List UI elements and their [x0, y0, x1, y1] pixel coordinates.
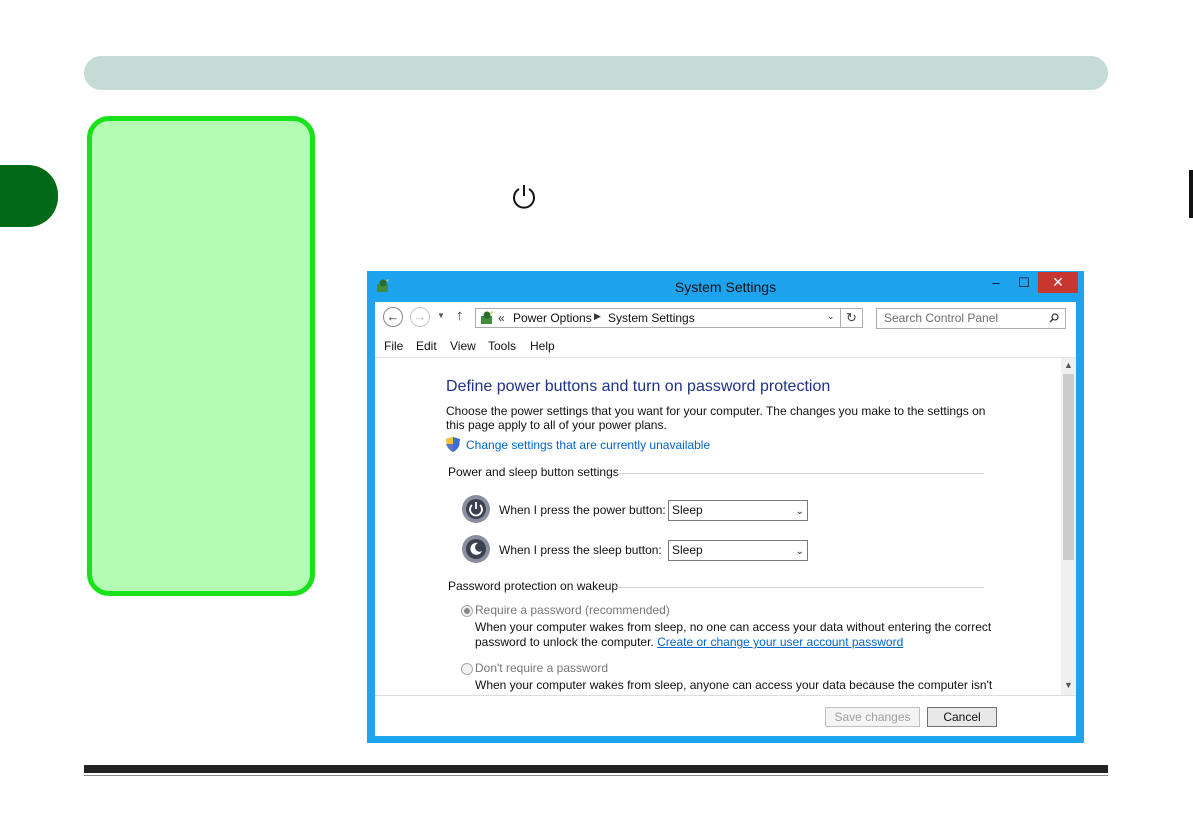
uac-shield-icon	[446, 437, 460, 452]
save-changes-button[interactable]: Save changes	[825, 707, 920, 727]
require-password-text: When your computer wakes from sleep, no …	[475, 620, 992, 634]
system-settings-window: System Settings – ☐ ✕ ← → ▼ ↑ « Power Op…	[367, 271, 1084, 743]
scrollbar-thumb[interactable]	[1063, 374, 1074, 560]
vertical-scrollbar[interactable]: ▲ ▼	[1061, 358, 1076, 696]
change-settings-link[interactable]: Change settings that are currently unava…	[466, 438, 710, 452]
require-password-text-2: password to unlock the computer. Create …	[475, 635, 903, 650]
sleep-button-label: When I press the sleep button:	[499, 543, 662, 557]
window-client: ← → ▼ ↑ « Power Options ▶ System Setting…	[375, 302, 1076, 736]
menu-help[interactable]: Help	[530, 339, 555, 353]
password-section-title: Password protection on wakeup	[448, 579, 619, 593]
require-password-text-prefix: password to unlock the computer.	[475, 635, 658, 649]
breadcrumb-system-settings[interactable]: System Settings	[608, 311, 695, 325]
sleep-button-icon	[462, 535, 490, 563]
maximize-button[interactable]: ☐	[1010, 272, 1038, 293]
back-button[interactable]: ←	[383, 307, 403, 327]
power-options-icon	[481, 311, 493, 324]
power-button-icon	[462, 495, 490, 523]
navigation-bar: ← → ▼ ↑ « Power Options ▶ System Setting…	[375, 302, 1076, 334]
title-bar[interactable]: System Settings – ☐ ✕	[367, 271, 1084, 301]
content-pane: Define power buttons and turn on passwor…	[375, 357, 1076, 696]
require-password-radio[interactable]	[461, 605, 473, 617]
menu-view[interactable]: View	[450, 339, 476, 353]
address-dropdown-button[interactable]: ⌄	[827, 311, 835, 322]
search-placeholder: Search Control Panel	[884, 311, 999, 325]
radio-selected-dot	[464, 608, 470, 614]
section-divider	[613, 587, 984, 588]
account-password-link[interactable]: Create or change your user account passw…	[657, 635, 903, 649]
power-button-value: Sleep	[672, 503, 703, 517]
power-button-select[interactable]: Sleep ⌄	[668, 500, 808, 521]
search-icon[interactable]	[1049, 313, 1059, 323]
recent-locations-button[interactable]: ▼	[437, 311, 445, 320]
menu-edit[interactable]: Edit	[416, 339, 437, 353]
refresh-button[interactable]: ↻	[841, 308, 863, 328]
sidebar-note-box	[87, 116, 315, 596]
sleep-button-value: Sleep	[672, 543, 703, 557]
search-input[interactable]: Search Control Panel	[876, 308, 1066, 329]
sleep-button-select[interactable]: Sleep ⌄	[668, 540, 808, 561]
close-button[interactable]: ✕	[1038, 272, 1078, 293]
scroll-up-arrow-icon[interactable]: ▲	[1064, 360, 1073, 370]
power-icon	[513, 185, 535, 209]
page-header-bar	[84, 56, 1108, 90]
section-divider	[614, 473, 984, 474]
scroll-down-arrow-icon[interactable]: ▼	[1064, 680, 1073, 690]
forward-button[interactable]: →	[410, 307, 430, 327]
require-password-label: Require a password (recommended)	[475, 603, 670, 617]
no-password-label: Don't require a password	[475, 661, 609, 675]
menu-tools[interactable]: Tools	[488, 339, 516, 353]
minimize-button[interactable]: –	[982, 272, 1010, 293]
no-password-text: When your computer wakes from sleep, any…	[475, 678, 993, 692]
page-description: Choose the power settings that you want …	[446, 404, 986, 432]
menu-file[interactable]: File	[384, 339, 403, 353]
cancel-button[interactable]: Cancel	[927, 707, 997, 727]
power-button-label: When I press the power button:	[499, 503, 666, 517]
chapter-tab	[0, 165, 58, 227]
chevron-down-icon: ⌄	[795, 546, 804, 557]
dialog-footer: Save changes Cancel	[375, 695, 1076, 736]
up-button[interactable]: ↑	[456, 307, 464, 324]
chevron-down-icon: ⌄	[795, 506, 804, 517]
breadcrumb-power-options[interactable]: Power Options	[513, 311, 592, 325]
page-edge-mark	[1189, 170, 1193, 218]
power-section-title: Power and sleep button settings	[448, 465, 619, 479]
footer-rule-thin	[84, 775, 1108, 776]
footer-rule	[84, 765, 1108, 773]
window-title: System Settings	[674, 279, 777, 295]
address-overflow[interactable]: «	[498, 311, 505, 325]
breadcrumb-separator[interactable]: ▶	[594, 311, 601, 322]
menu-bar: File Edit View Tools Help	[375, 335, 1076, 357]
no-password-radio[interactable]	[461, 663, 473, 675]
address-bar[interactable]: « Power Options ▶ System Settings ⌄	[475, 308, 841, 328]
page-title: Define power buttons and turn on passwor…	[446, 378, 831, 395]
